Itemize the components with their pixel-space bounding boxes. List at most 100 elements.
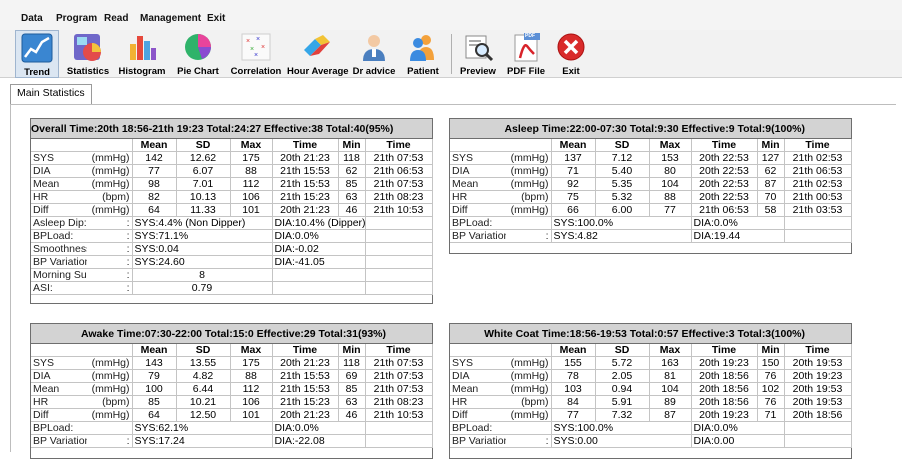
pie-chart-button[interactable]: Pie Chart (172, 30, 224, 78)
table-cell: 79 (132, 369, 177, 383)
table-cell: 163 (649, 356, 692, 370)
table-cell: 20th 22:53 (691, 151, 758, 165)
row-unit: (mmHg) (87, 408, 133, 422)
table-cell: 20th 19:23 (691, 356, 758, 370)
overall-panel: Overall Time:20th 18:56-21th 19:23 Total… (30, 118, 433, 304)
table-cell: 137 (551, 151, 596, 165)
table-cell: 5.72 (595, 356, 650, 370)
table-cell: 21th 06:53 (784, 164, 852, 178)
table-cell: 76 (757, 369, 785, 383)
table-cell: 5.40 (595, 164, 650, 178)
row-unit: (mmHg) (87, 382, 133, 396)
table-cell: 80 (649, 164, 692, 178)
row-label: Diff (450, 203, 506, 217)
toolbar: Trend Statistics Histogram Pie Chart × ×… (0, 30, 902, 78)
table-row: Mean (mmHg) 100 6.44 112 21th 15:53 85 21th 07:… (31, 382, 433, 396)
table-cell: 21th 02:53 (784, 177, 852, 191)
overall-panel-title: Overall Time:20th 18:56-21th 19:23 Total… (31, 119, 432, 139)
table-cell: 92 (551, 177, 596, 191)
menu-data[interactable]: Data (21, 13, 43, 24)
pie-chart-icon (185, 34, 211, 60)
table-cell: 175 (230, 356, 273, 370)
row-label: Diff (31, 203, 87, 217)
table-cell: 20th 21:23 (272, 203, 339, 217)
table-cell: 2.05 (595, 369, 650, 383)
table-cell: 77 (551, 408, 596, 422)
table-cell: 21th 15:23 (272, 395, 339, 409)
row-unit: (mmHg) (506, 164, 552, 178)
table-row: Diff (mmHg) 77 7.32 87 20th 19:23 71 20th 18:56 (450, 408, 852, 422)
row-label: SYS (31, 356, 87, 370)
table-cell: 84 (551, 395, 596, 409)
table-row: Mean (mmHg) 103 0.94 104 20th 18:56 102 20th 19… (450, 382, 852, 396)
table-cell: 112 (230, 177, 273, 191)
table-cell: 21th 02:53 (784, 151, 852, 165)
table-cell: 21th 06:53 (691, 203, 758, 217)
table-row: Diff (mmHg) 64 12.50 101 20th 21:23 46 21th 10:… (31, 408, 433, 422)
table-cell: 5.32 (595, 190, 650, 204)
table-cell: 21th 07:53 (365, 177, 433, 191)
trend-button[interactable]: Trend (15, 30, 59, 78)
table-cell: 101 (230, 203, 273, 217)
hour-average-button[interactable]: Hour Average (287, 30, 349, 78)
row-unit: (bpm) (87, 395, 133, 409)
table-cell: 64 (132, 203, 177, 217)
table-cell: 66 (551, 203, 596, 217)
table-cell: 21th 10:53 (365, 203, 433, 217)
menu-program[interactable]: Program (56, 13, 97, 24)
svg-text:×: × (261, 44, 265, 51)
hour-average-icon (304, 35, 330, 56)
statistics-content: Overall Time:20th 18:56-21th 19:23 Total… (10, 104, 896, 459)
table-cell: 10.21 (176, 395, 231, 409)
table-cell: 20th 21:23 (272, 408, 339, 422)
menu-management[interactable]: Management (140, 13, 201, 24)
table-cell: 87 (649, 408, 692, 422)
exit-button[interactable]: Exit (553, 30, 589, 78)
row-label: DIA (31, 369, 87, 383)
row-unit: (mmHg) (506, 203, 552, 217)
table-cell: 63 (338, 395, 366, 409)
table-cell: 155 (551, 356, 596, 370)
row-label: Mean (450, 177, 506, 191)
tab-bar: Main Statistics (0, 78, 902, 104)
toolbar-separator (451, 34, 452, 74)
morning-surge-row: Morning Surge:: 8 (31, 268, 433, 282)
patient-button[interactable]: Patient (401, 30, 445, 78)
dr-advice-button[interactable]: Dr advice (351, 30, 397, 78)
statistics-icon (74, 34, 101, 61)
white-coat-stats-table: Mean SD Max Time Min Time SYS (mmHg) 155 5.72 163… (450, 344, 852, 448)
tab-main-statistics[interactable]: Main Statistics (10, 84, 92, 104)
table-row: SYS (mmHg) 142 12.62 175 20th 21:23 118 21th 07… (31, 151, 433, 165)
table-cell: 21th 07:53 (365, 151, 433, 165)
menu-read[interactable]: Read (104, 13, 128, 24)
preview-button[interactable]: Preview (456, 30, 500, 78)
table-cell: 58 (757, 203, 785, 217)
statistics-button[interactable]: Statistics (64, 30, 112, 78)
pdf-file-button[interactable]: PDF PDF File (503, 30, 549, 78)
row-unit: (mmHg) (506, 151, 552, 165)
row-label: HR (450, 190, 506, 204)
histogram-button[interactable]: Histogram (117, 30, 167, 78)
row-label: HR (450, 395, 506, 409)
table-cell: 20th 22:53 (691, 177, 758, 191)
correlation-icon: × × × × × (241, 33, 271, 61)
menu-exit[interactable]: Exit (207, 13, 225, 24)
table-cell: 63 (338, 190, 366, 204)
correlation-button[interactable]: × × × × × Correlation (229, 30, 283, 78)
bpload-row: BPLoad: SYS:100.0% DIA:0.0% (450, 421, 852, 435)
table-cell: 112 (230, 382, 273, 396)
row-unit: (mmHg) (506, 369, 552, 383)
table-cell: 150 (757, 356, 785, 370)
table-cell: 21th 08:23 (365, 395, 433, 409)
table-cell: 21th 07:53 (365, 356, 433, 370)
table-cell: 12.50 (176, 408, 231, 422)
row-label: Mean (31, 382, 87, 396)
table-cell: 70 (757, 190, 785, 204)
table-cell: 69 (338, 369, 366, 383)
table-cell: 6.07 (176, 164, 231, 178)
table-cell: 21th 15:53 (272, 164, 339, 178)
table-cell: 13.55 (176, 356, 231, 370)
table-cell: 106 (230, 190, 273, 204)
row-unit: (mmHg) (87, 356, 133, 370)
histogram-icon (130, 36, 156, 60)
